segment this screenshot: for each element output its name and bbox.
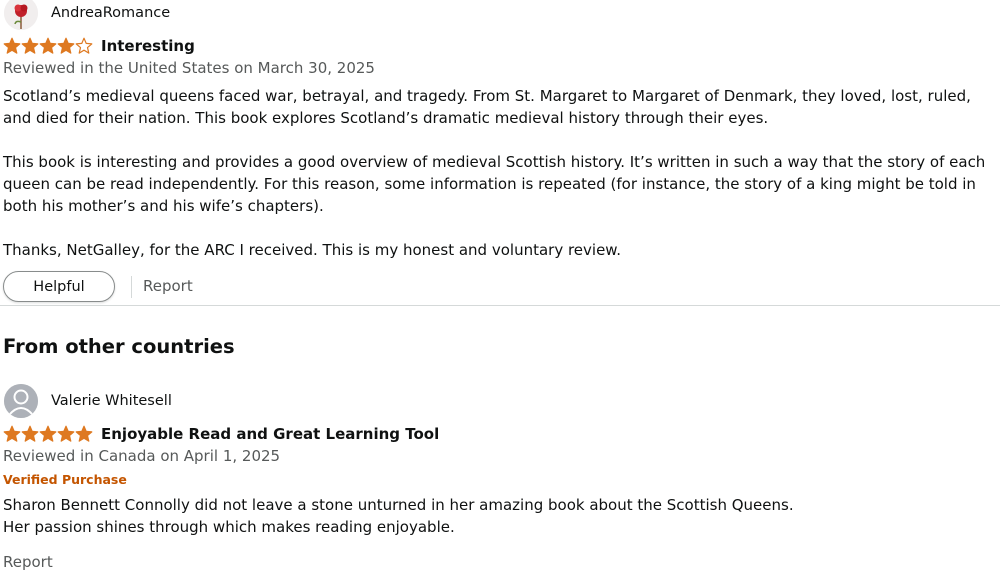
star-filled-icon (39, 37, 57, 54)
reviewer-name[interactable]: Valerie Whitesell (51, 393, 172, 409)
star-filled-icon (57, 425, 75, 442)
report-link[interactable]: Report (143, 277, 193, 295)
action-separator (131, 276, 132, 298)
review-date: Reviewed in Canada on April 1, 2025 (3, 447, 281, 465)
star-filled-icon (57, 37, 75, 54)
verified-purchase-badge: Verified Purchase (3, 472, 127, 487)
review-date: Reviewed in the United States on March 3… (3, 59, 375, 77)
rose-avatar-icon (4, 0, 38, 30)
star-rating (3, 425, 93, 443)
star-filled-icon (3, 37, 21, 54)
review-title[interactable]: Interesting (101, 37, 195, 55)
star-filled-icon (75, 425, 93, 442)
reviewer-name[interactable]: AndreaRomance (51, 5, 170, 21)
helpful-button[interactable]: Helpful (3, 271, 115, 302)
star-filled-icon (21, 425, 39, 442)
review-paragraph: Thanks, NetGalley, for the ARC I receive… (3, 241, 621, 259)
review-paragraph: Scotland’s medieval queens faced war, be… (3, 87, 971, 127)
default-person-avatar-icon (4, 384, 38, 418)
review-body: Scotland’s medieval queens faced war, be… (3, 85, 1000, 261)
review-paragraph: Her passion shines through which makes r… (3, 518, 455, 536)
star-outline-icon (75, 37, 93, 54)
review-paragraph: Sharon Bennett Connolly did not leave a … (3, 496, 794, 514)
reviewer-avatar (4, 0, 38, 30)
review-paragraph: This book is interesting and provides a … (3, 153, 986, 215)
section-heading: From other countries (3, 335, 235, 358)
reviewer-avatar (4, 384, 38, 418)
star-filled-icon (3, 425, 21, 442)
star-rating (3, 37, 93, 55)
star-filled-icon (21, 37, 39, 54)
star-filled-icon (39, 425, 57, 442)
section-divider (0, 305, 1000, 306)
review-title[interactable]: Enjoyable Read and Great Learning Tool (101, 425, 439, 443)
review-body: Sharon Bennett Connolly did not leave a … (3, 494, 993, 538)
report-link[interactable]: Report (3, 553, 53, 571)
